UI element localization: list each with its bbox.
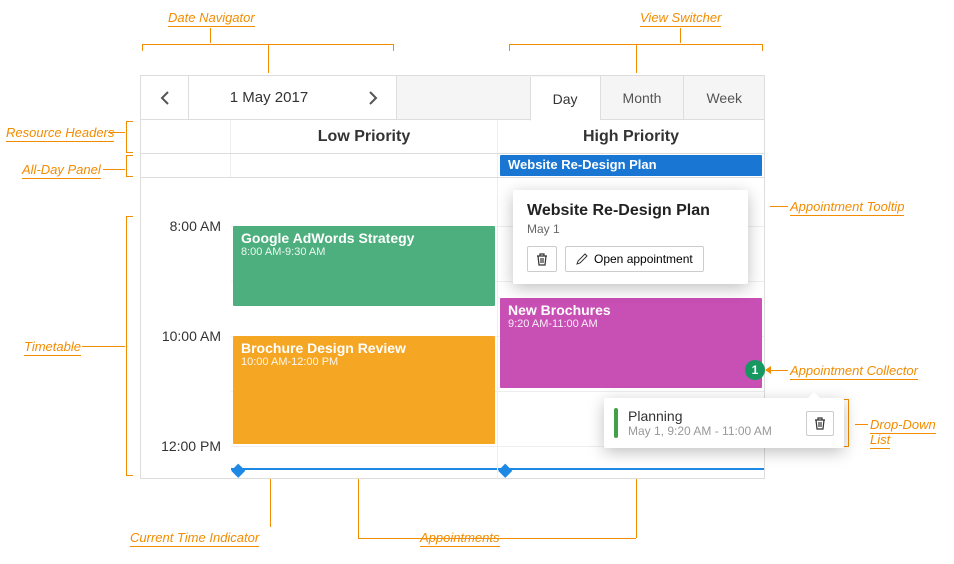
nav-bar: 1 May 2017 Day Month Week [141,76,764,120]
category-stripe-icon [614,408,618,438]
view-tabs: Day Month Week [530,76,764,119]
tab-month[interactable]: Month [600,76,684,119]
tooltip-actions: Open appointment [527,246,734,272]
pointer-line [358,538,458,539]
pointer-line [636,45,637,73]
label-collector: Appointment Collector [790,363,918,378]
resource-headers: Low Priority High Priority [141,120,764,154]
current-date[interactable]: 1 May 2017 [189,76,349,119]
appt-title: Google AdWords Strategy [241,230,487,246]
dropdown-caret-icon [808,392,820,398]
chevron-right-icon [368,91,378,105]
resource-low: Low Priority [231,120,498,153]
pointer-line [108,132,125,133]
current-time-dot-icon [231,464,245,478]
pointer-line [770,370,788,371]
label-resource-headers: Resource Headers [6,125,114,140]
appt-website-redesign[interactable]: Website Re-Design Plan [500,155,762,176]
prev-button[interactable] [141,76,189,119]
dropdown-text: Planning May 1, 9:20 AM - 11:00 AM [628,408,772,438]
chevron-left-icon [160,91,170,105]
trash-icon [814,417,826,430]
time-label: 8:00 AM [170,218,221,234]
appt-time: 9:20 AM-11:00 AM [508,318,754,330]
collector-dropdown: Planning May 1, 9:20 AM - 11:00 AM [604,398,844,448]
pointer-line [210,28,211,43]
time-gutter: 8:00 AM 10:00 AM 12:00 PM [141,178,231,478]
pointer-line [103,169,125,170]
open-label: Open appointment [594,252,693,266]
current-time-line [498,468,764,470]
trash-icon [536,253,548,266]
bracket-dropdown [848,399,849,447]
tooltip-title: Website Re-Design Plan [527,202,734,220]
dropdown-delete-button[interactable] [806,411,834,436]
time-label: 10:00 AM [162,328,221,344]
appt-brochure-review[interactable]: Brochure Design Review 10:00 AM-12:00 PM [233,336,495,444]
tab-week[interactable]: Week [683,76,764,119]
open-appointment-button[interactable]: Open appointment [565,246,704,272]
appointment-collector[interactable]: 1 [745,360,765,380]
bracket-all-day-panel [126,155,127,177]
pencil-icon [576,253,588,265]
label-tooltip: Appointment Tooltip [790,199,904,214]
pointer-line [770,206,788,207]
nav-spacer [397,76,530,119]
appt-time: 10:00 AM-12:00 PM [241,356,487,368]
pointer-line [458,538,636,539]
appt-new-brochures[interactable]: New Brochures 9:20 AM-11:00 AM [500,298,762,388]
appointment-tooltip: Website Re-Design Plan May 1 Open appoin… [513,190,748,284]
label-view-switcher: View Switcher [640,10,721,25]
dropdown-item[interactable]: Planning May 1, 9:20 AM - 11:00 AM [604,398,844,448]
appt-title: Brochure Design Review [241,340,487,356]
label-timetable: Timetable [24,339,81,354]
current-time-dot-icon [498,464,512,478]
arrowhead-icon [765,366,771,374]
dropdown-title: Planning [628,408,772,424]
appt-title: New Brochures [508,302,754,318]
label-date-navigator: Date Navigator [168,10,255,25]
gutter [141,120,231,153]
appt-time: 8:00 AM-9:30 AM [241,246,487,258]
allday-high[interactable]: Website Re-Design Plan [498,154,764,177]
appt-adwords[interactable]: Google AdWords Strategy 8:00 AM-9:30 AM [233,226,495,306]
next-button[interactable] [349,76,397,119]
bracket-timetable [126,216,127,476]
time-label: 12:00 PM [161,438,221,454]
pointer-line [855,424,868,425]
bracket-resource-headers [126,121,127,153]
all-day-panel: Website Re-Design Plan [141,154,764,178]
label-all-day-panel: All-Day Panel [22,162,101,177]
pointer-line [268,45,269,73]
allday-low[interactable] [231,154,498,177]
label-dropdown: Drop-Down List [870,417,954,447]
delete-button[interactable] [527,246,557,272]
pointer-line [270,472,271,527]
tab-day[interactable]: Day [530,77,600,121]
tooltip-date: May 1 [527,222,734,236]
resource-high: High Priority [498,120,764,153]
gutter [141,154,231,177]
label-current-time: Current Time Indicator [130,530,259,545]
current-time-line [231,468,497,470]
col-low[interactable]: Google AdWords Strategy 8:00 AM-9:30 AM … [231,178,498,478]
dropdown-sub: May 1, 9:20 AM - 11:00 AM [628,424,772,438]
pointer-line [82,346,125,347]
pointer-line [680,28,681,43]
